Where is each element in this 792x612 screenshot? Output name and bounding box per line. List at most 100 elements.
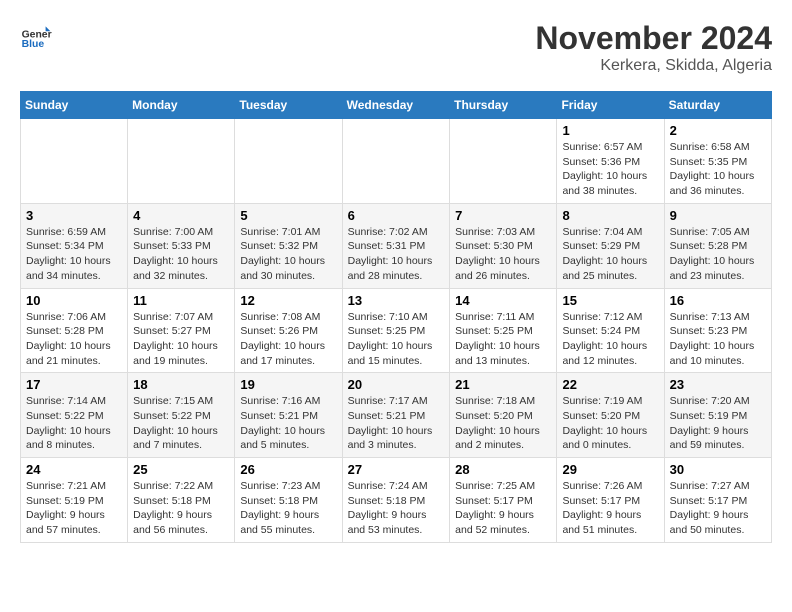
logo-icon: General Blue bbox=[20, 20, 52, 52]
day-number: 28 bbox=[455, 462, 551, 477]
day-number: 14 bbox=[455, 293, 551, 308]
day-info: Sunrise: 7:16 AM Sunset: 5:21 PM Dayligh… bbox=[240, 394, 336, 453]
column-header-tuesday: Tuesday bbox=[235, 92, 342, 119]
page-header: General Blue November 2024 Kerkera, Skid… bbox=[20, 20, 772, 75]
day-info: Sunrise: 7:14 AM Sunset: 5:22 PM Dayligh… bbox=[26, 394, 122, 453]
day-info: Sunrise: 7:05 AM Sunset: 5:28 PM Dayligh… bbox=[670, 225, 766, 284]
calendar-cell: 17 Sunrise: 7:14 AM Sunset: 5:22 PM Dayli… bbox=[21, 373, 128, 458]
title-block: November 2024 Kerkera, Skidda, Algeria bbox=[535, 20, 772, 75]
day-number: 3 bbox=[26, 208, 122, 223]
day-number: 11 bbox=[133, 293, 229, 308]
day-number: 15 bbox=[562, 293, 658, 308]
calendar-week-row: 24 Sunrise: 7:21 AM Sunset: 5:19 PM Dayli… bbox=[21, 458, 772, 543]
calendar-cell: 8 Sunrise: 7:04 AM Sunset: 5:29 PM Daylig… bbox=[557, 203, 664, 288]
calendar-cell: 18Sunrise: 7:15 AM Sunset: 5:22 PM Dayli… bbox=[128, 373, 235, 458]
calendar-cell bbox=[128, 119, 235, 204]
calendar-table: SundayMondayTuesdayWednesdayThursdayFrid… bbox=[20, 91, 772, 543]
logo: General Blue bbox=[20, 20, 52, 52]
day-number: 2 bbox=[670, 123, 766, 138]
svg-text:Blue: Blue bbox=[22, 39, 45, 50]
calendar-cell: 30 Sunrise: 7:27 AM Sunset: 5:17 PM Dayli… bbox=[664, 458, 771, 543]
day-info: Sunrise: 7:21 AM Sunset: 5:19 PM Dayligh… bbox=[26, 479, 122, 538]
column-header-friday: Friday bbox=[557, 92, 664, 119]
day-info: Sunrise: 7:27 AM Sunset: 5:17 PM Dayligh… bbox=[670, 479, 766, 538]
calendar-cell: 12 Sunrise: 7:08 AM Sunset: 5:26 PM Dayli… bbox=[235, 288, 342, 373]
column-header-thursday: Thursday bbox=[450, 92, 557, 119]
day-info: Sunrise: 7:12 AM Sunset: 5:24 PM Dayligh… bbox=[562, 310, 658, 369]
month-title: November 2024 bbox=[535, 20, 772, 57]
calendar-cell: 4 Sunrise: 7:00 AM Sunset: 5:33 PM Daylig… bbox=[128, 203, 235, 288]
day-number: 22 bbox=[562, 377, 658, 392]
calendar-cell: 14Sunrise: 7:11 AM Sunset: 5:25 PM Dayli… bbox=[450, 288, 557, 373]
calendar-cell: 20Sunrise: 7:17 AM Sunset: 5:21 PM Dayli… bbox=[342, 373, 450, 458]
day-number: 8 bbox=[562, 208, 658, 223]
day-info: Sunrise: 6:59 AM Sunset: 5:34 PM Dayligh… bbox=[26, 225, 122, 284]
calendar-cell: 28Sunrise: 7:25 AM Sunset: 5:17 PM Dayli… bbox=[450, 458, 557, 543]
calendar-header-row: SundayMondayTuesdayWednesdayThursdayFrid… bbox=[21, 92, 772, 119]
day-info: Sunrise: 7:01 AM Sunset: 5:32 PM Dayligh… bbox=[240, 225, 336, 284]
day-info: Sunrise: 7:10 AM Sunset: 5:25 PM Dayligh… bbox=[348, 310, 445, 369]
calendar-cell: 1 Sunrise: 6:57 AM Sunset: 5:36 PM Daylig… bbox=[557, 119, 664, 204]
day-number: 19 bbox=[240, 377, 336, 392]
calendar-cell: 6 Sunrise: 7:02 AM Sunset: 5:31 PM Daylig… bbox=[342, 203, 450, 288]
calendar-cell: 21 Sunrise: 7:18 AM Sunset: 5:20 PM Dayli… bbox=[450, 373, 557, 458]
day-info: Sunrise: 7:19 AM Sunset: 5:20 PM Dayligh… bbox=[562, 394, 658, 453]
day-number: 27 bbox=[348, 462, 445, 477]
calendar-cell: 13 Sunrise: 7:10 AM Sunset: 5:25 PM Dayli… bbox=[342, 288, 450, 373]
day-info: Sunrise: 7:24 AM Sunset: 5:18 PM Dayligh… bbox=[348, 479, 445, 538]
day-number: 13 bbox=[348, 293, 445, 308]
calendar-cell: 19 Sunrise: 7:16 AM Sunset: 5:21 PM Dayli… bbox=[235, 373, 342, 458]
calendar-week-row: 3 Sunrise: 6:59 AM Sunset: 5:34 PM Daylig… bbox=[21, 203, 772, 288]
calendar-week-row: 1 Sunrise: 6:57 AM Sunset: 5:36 PM Daylig… bbox=[21, 119, 772, 204]
day-number: 21 bbox=[455, 377, 551, 392]
day-number: 17 bbox=[26, 377, 122, 392]
calendar-cell: 2Sunrise: 6:58 AM Sunset: 5:35 PM Daylig… bbox=[664, 119, 771, 204]
day-info: Sunrise: 7:03 AM Sunset: 5:30 PM Dayligh… bbox=[455, 225, 551, 284]
calendar-cell: 10 Sunrise: 7:06 AM Sunset: 5:28 PM Dayli… bbox=[21, 288, 128, 373]
calendar-cell: 3 Sunrise: 6:59 AM Sunset: 5:34 PM Daylig… bbox=[21, 203, 128, 288]
column-header-saturday: Saturday bbox=[664, 92, 771, 119]
day-info: Sunrise: 6:57 AM Sunset: 5:36 PM Dayligh… bbox=[562, 140, 658, 199]
calendar-cell: 27 Sunrise: 7:24 AM Sunset: 5:18 PM Dayli… bbox=[342, 458, 450, 543]
calendar-cell: 15 Sunrise: 7:12 AM Sunset: 5:24 PM Dayli… bbox=[557, 288, 664, 373]
calendar-cell bbox=[21, 119, 128, 204]
day-info: Sunrise: 7:20 AM Sunset: 5:19 PM Dayligh… bbox=[670, 394, 766, 453]
location: Kerkera, Skidda, Algeria bbox=[535, 57, 772, 75]
day-info: Sunrise: 7:23 AM Sunset: 5:18 PM Dayligh… bbox=[240, 479, 336, 538]
calendar-cell bbox=[342, 119, 450, 204]
day-info: Sunrise: 7:15 AM Sunset: 5:22 PM Dayligh… bbox=[133, 394, 229, 453]
day-number: 30 bbox=[670, 462, 766, 477]
calendar-cell: 11Sunrise: 7:07 AM Sunset: 5:27 PM Dayli… bbox=[128, 288, 235, 373]
day-number: 26 bbox=[240, 462, 336, 477]
calendar-cell bbox=[235, 119, 342, 204]
day-info: Sunrise: 7:22 AM Sunset: 5:18 PM Dayligh… bbox=[133, 479, 229, 538]
day-number: 1 bbox=[562, 123, 658, 138]
day-number: 23 bbox=[670, 377, 766, 392]
calendar-cell: 26 Sunrise: 7:23 AM Sunset: 5:18 PM Dayli… bbox=[235, 458, 342, 543]
day-number: 25 bbox=[133, 462, 229, 477]
day-info: Sunrise: 7:02 AM Sunset: 5:31 PM Dayligh… bbox=[348, 225, 445, 284]
column-header-wednesday: Wednesday bbox=[342, 92, 450, 119]
day-info: Sunrise: 7:18 AM Sunset: 5:20 PM Dayligh… bbox=[455, 394, 551, 453]
calendar-cell: 5Sunrise: 7:01 AM Sunset: 5:32 PM Daylig… bbox=[235, 203, 342, 288]
calendar-cell: 24 Sunrise: 7:21 AM Sunset: 5:19 PM Dayli… bbox=[21, 458, 128, 543]
column-header-sunday: Sunday bbox=[21, 92, 128, 119]
day-number: 12 bbox=[240, 293, 336, 308]
day-info: Sunrise: 7:06 AM Sunset: 5:28 PM Dayligh… bbox=[26, 310, 122, 369]
day-info: Sunrise: 7:08 AM Sunset: 5:26 PM Dayligh… bbox=[240, 310, 336, 369]
column-header-monday: Monday bbox=[128, 92, 235, 119]
calendar-cell: 25 Sunrise: 7:22 AM Sunset: 5:18 PM Dayli… bbox=[128, 458, 235, 543]
day-number: 10 bbox=[26, 293, 122, 308]
day-number: 24 bbox=[26, 462, 122, 477]
calendar-week-row: 17 Sunrise: 7:14 AM Sunset: 5:22 PM Dayli… bbox=[21, 373, 772, 458]
day-info: Sunrise: 7:04 AM Sunset: 5:29 PM Dayligh… bbox=[562, 225, 658, 284]
day-info: Sunrise: 7:00 AM Sunset: 5:33 PM Dayligh… bbox=[133, 225, 229, 284]
calendar-week-row: 10 Sunrise: 7:06 AM Sunset: 5:28 PM Dayli… bbox=[21, 288, 772, 373]
day-number: 4 bbox=[133, 208, 229, 223]
calendar-cell: 29Sunrise: 7:26 AM Sunset: 5:17 PM Dayli… bbox=[557, 458, 664, 543]
day-number: 7 bbox=[455, 208, 551, 223]
day-number: 6 bbox=[348, 208, 445, 223]
calendar-cell: 9 Sunrise: 7:05 AM Sunset: 5:28 PM Daylig… bbox=[664, 203, 771, 288]
day-info: Sunrise: 7:26 AM Sunset: 5:17 PM Dayligh… bbox=[562, 479, 658, 538]
day-number: 9 bbox=[670, 208, 766, 223]
